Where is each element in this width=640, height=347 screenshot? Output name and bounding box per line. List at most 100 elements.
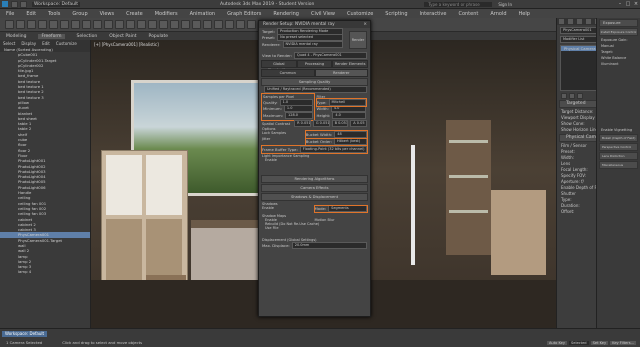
rollout-misc[interactable]: Miscellaneous (599, 161, 638, 169)
renderer-dropdown[interactable]: NVIDIA mental ray (282, 40, 343, 48)
explorer-tab-select[interactable]: Select (3, 41, 15, 46)
percent-snap-icon[interactable] (181, 20, 190, 29)
explorer-tab-customize[interactable]: Customize (56, 41, 77, 46)
workspace-selector[interactable]: Workspace: Default (32, 1, 80, 7)
rollout-lens-distortion[interactable]: Lens Distortion (599, 152, 638, 160)
app-icon[interactable] (2, 1, 8, 7)
rendering-algorithms-rollout[interactable]: Rendering Algorithms (261, 174, 368, 183)
shadows-enable-checkbox[interactable]: Enable (262, 206, 315, 213)
select-by-name-icon[interactable] (71, 20, 80, 29)
maximum-field[interactable]: 128.0 (285, 111, 313, 119)
menu-item-customize[interactable]: Customize (347, 11, 373, 17)
ribbon-tab-populate[interactable]: Populate (149, 34, 169, 39)
filter-height-field[interactable]: 4.0 (332, 111, 366, 119)
menu-item-civil-view[interactable]: Civil View (311, 11, 335, 17)
create-tab-icon[interactable] (558, 18, 565, 25)
placement-icon[interactable] (137, 20, 146, 29)
menu-item-help[interactable]: Help (519, 11, 530, 17)
menu-item-animation[interactable]: Animation (190, 11, 216, 17)
pin-stack-icon[interactable] (561, 93, 567, 99)
motion-tab-icon[interactable] (585, 18, 592, 25)
explorer-tab-display[interactable]: Display (21, 41, 36, 46)
layer-icon[interactable] (214, 20, 223, 29)
vignetting-checkbox[interactable]: Enable Vignetting (597, 127, 640, 133)
ribbon-tab-freeform[interactable]: Freeform (38, 33, 65, 39)
viewport-label[interactable]: [+] [PhysCamera001] [Realistic] (94, 42, 159, 47)
menu-item-tools[interactable]: Tools (48, 11, 60, 17)
render-button[interactable]: Render (349, 31, 367, 49)
unlink-icon[interactable] (38, 20, 47, 29)
contrast-r[interactable]: R 0.051 (294, 120, 311, 128)
contrast-a[interactable]: A 0.05 (350, 120, 367, 128)
max-displace-field[interactable]: 20.0mm (291, 241, 367, 249)
mirror-icon[interactable] (192, 20, 201, 29)
shadows-displacement-rollout[interactable]: Shadows & Displacement (261, 192, 368, 201)
contrast-b[interactable]: B 0.051 (331, 120, 349, 128)
set-key-button[interactable]: Set Key (590, 340, 609, 345)
window-crossing-icon[interactable] (93, 20, 102, 29)
rollout-exposure[interactable]: Exposure (599, 19, 638, 27)
bind-icon[interactable] (49, 20, 58, 29)
contrast-g[interactable]: G 0.051 (312, 120, 330, 128)
jitter-checkbox[interactable]: Jitter (262, 137, 306, 143)
frame-buffer-dropdown[interactable]: Floating-Point (32 bits per channel) (299, 145, 367, 153)
motion-blur-checkbox[interactable]: Motion Blur (315, 218, 365, 222)
menu-item-content[interactable]: Content (458, 11, 478, 17)
snap-icon[interactable] (159, 20, 168, 29)
bucket-order-dropdown[interactable]: Hilbert (best) (333, 138, 367, 146)
show-end-result-icon[interactable] (569, 93, 575, 99)
search-input[interactable]: Type a keyword or phrase (424, 1, 493, 7)
tab-render-elements[interactable]: Render Elements (332, 59, 369, 68)
minimize-icon[interactable]: – (616, 1, 624, 7)
hierarchy-tab-icon[interactable] (576, 18, 583, 25)
menu-item-edit[interactable]: Edit (26, 11, 36, 17)
rollout-bokeh[interactable]: Bokeh (Depth of Field) (599, 134, 638, 142)
align-icon[interactable] (203, 20, 212, 29)
close-icon[interactable]: × (632, 1, 640, 7)
tab-renderer[interactable]: Renderer (314, 68, 368, 77)
dialog-close-icon[interactable]: × (363, 21, 367, 28)
tab-global-illumination[interactable]: Global Illumination (261, 59, 297, 72)
pivot-icon[interactable] (148, 20, 157, 29)
sampling-mode-dropdown[interactable]: Unified / Raytraced (Recommended) (264, 86, 367, 94)
curve-editor-icon[interactable] (225, 20, 234, 29)
maximize-icon[interactable]: □ (624, 1, 632, 7)
sampling-rollout[interactable]: Sampling Quality (261, 77, 368, 86)
ribbon-tab-selection[interactable]: Selection (77, 34, 98, 39)
move-icon[interactable] (104, 20, 113, 29)
menu-item-rendering[interactable]: Rendering (273, 11, 299, 17)
sign-in-link[interactable]: Sign In (498, 2, 512, 7)
redo-icon[interactable] (16, 20, 25, 29)
menu-item-group[interactable]: Group (72, 11, 87, 17)
scene-list-item[interactable]: lamp 4 (0, 269, 90, 274)
menu-item-scripting[interactable]: Scripting (385, 11, 407, 17)
workspace-button[interactable]: Workspace: Default (2, 330, 48, 337)
remove-modifier-icon[interactable] (577, 93, 583, 99)
select-icon[interactable] (60, 20, 69, 29)
angle-snap-icon[interactable] (170, 20, 179, 29)
explorer-tab-edit[interactable]: Edit (42, 41, 50, 46)
menu-item-arnold[interactable]: Arnold (490, 11, 506, 17)
menu-item-views[interactable]: Views (100, 11, 114, 17)
undo-icon[interactable] (5, 20, 14, 29)
selected-dropdown[interactable]: Selected (568, 340, 589, 345)
scale-icon[interactable] (126, 20, 135, 29)
rotate-icon[interactable] (115, 20, 124, 29)
camera-effects-rollout[interactable]: Camera Effects (261, 183, 368, 192)
menu-item-modifiers[interactable]: Modifiers (155, 11, 178, 17)
tab-common[interactable]: Common (261, 68, 315, 77)
material-editor-icon[interactable] (247, 20, 256, 29)
rect-select-icon[interactable] (82, 20, 91, 29)
view-dropdown[interactable]: Quad 4 - PhysCamera001 (293, 51, 367, 59)
key-filters-button[interactable]: Key Filters... (610, 340, 636, 345)
rollout-perspective[interactable]: Perspective Control (599, 143, 638, 151)
shadow-mode-dropdown[interactable]: Segments (328, 205, 367, 213)
ribbon-tab-modeling[interactable]: Modeling (6, 34, 26, 39)
menu-item-create[interactable]: Create (126, 11, 143, 17)
link-icon[interactable] (27, 20, 36, 29)
menu-item-interactive[interactable]: Interactive (420, 11, 447, 17)
bucket-width-field[interactable]: 48 (334, 130, 367, 138)
menu-item-file[interactable]: File (6, 11, 14, 17)
install-exposure-button[interactable]: Install Exposure Control (599, 28, 638, 36)
menu-item-graph-editors[interactable]: Graph Editors (227, 11, 261, 17)
